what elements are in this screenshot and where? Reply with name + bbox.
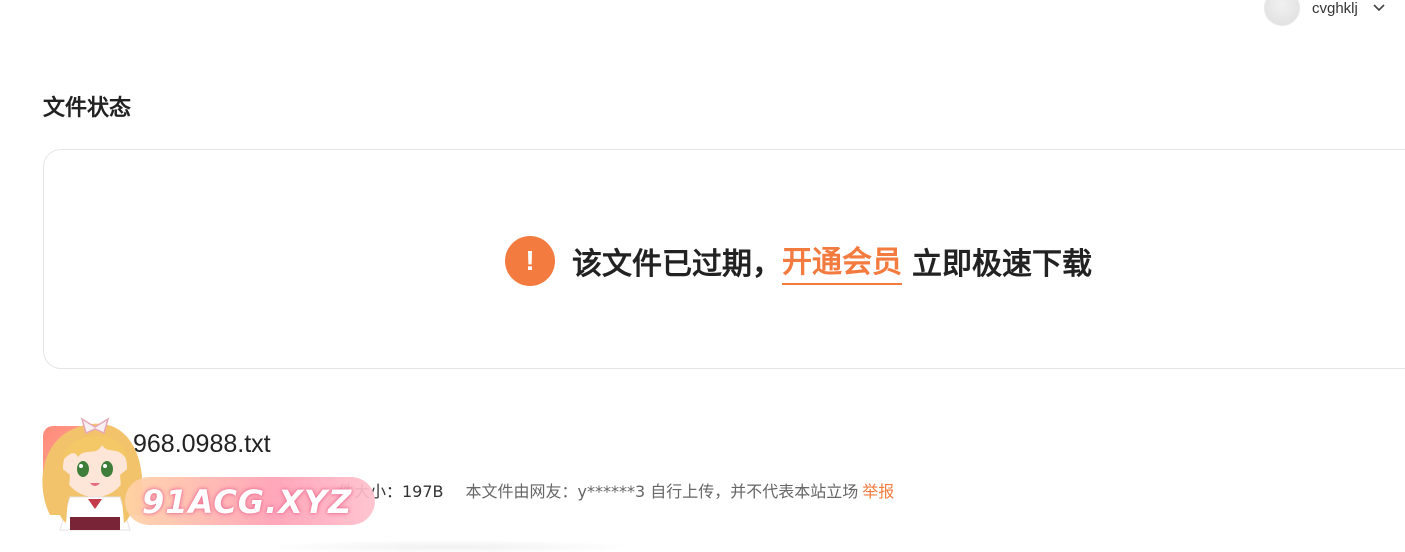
username[interactable]: cvghklj xyxy=(1312,0,1358,17)
watermark-text: 91ACG.XYZ xyxy=(142,483,353,521)
user-menu[interactable]: cvghklj xyxy=(1264,0,1388,26)
alert-icon: ! xyxy=(505,236,555,286)
status-message-suffix: 立即极速下载 xyxy=(912,247,1092,282)
watermark: 91ACG.XYZ xyxy=(30,405,375,540)
section-title: 文件状态 xyxy=(43,96,132,121)
uploader-note: 本文件由网友：y******3 自行上传，并不代表本站立场 举报 xyxy=(466,478,895,502)
file-meta: 件大小：197B 本文件由网友：y******3 自行上传，并不代表本站立场 举报 xyxy=(338,478,894,502)
uploader-note-text: 本文件由网友：y******3 自行上传，并不代表本站立场 xyxy=(465,482,859,501)
report-link[interactable]: 举报 xyxy=(862,482,894,501)
status-message: ! 该文件已过期， 开通会员 立即极速下载 xyxy=(505,235,1092,287)
page: cvghklj 文件状态 ! 该文件已过期， 开通会员 立即极速下载 968.0… xyxy=(0,0,1405,552)
open-vip-link[interactable]: 开通会员 xyxy=(782,237,902,285)
status-message-prefix: 该文件已过期， xyxy=(572,247,782,282)
chevron-down-icon[interactable] xyxy=(1370,0,1388,17)
bottom-shadow xyxy=(260,540,640,552)
avatar[interactable] xyxy=(1264,0,1300,26)
